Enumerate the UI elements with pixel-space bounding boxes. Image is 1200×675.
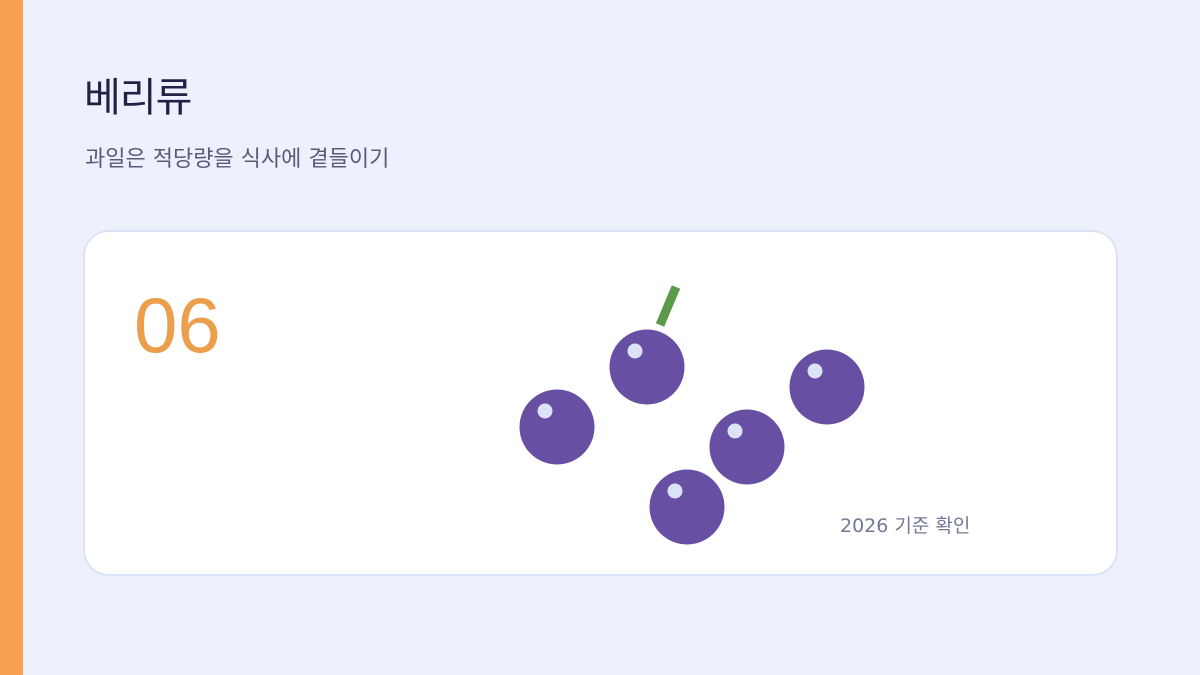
- accent-bar: [0, 0, 23, 675]
- page-title: 베리류: [84, 75, 192, 121]
- card-note: 2026 기준 확인: [840, 515, 971, 537]
- card-number: 06: [134, 281, 221, 369]
- page-subtitle: 과일은 적당량을 식사에 곁들이기: [85, 147, 390, 172]
- info-card: 06 2026 기준 확인: [83, 230, 1118, 576]
